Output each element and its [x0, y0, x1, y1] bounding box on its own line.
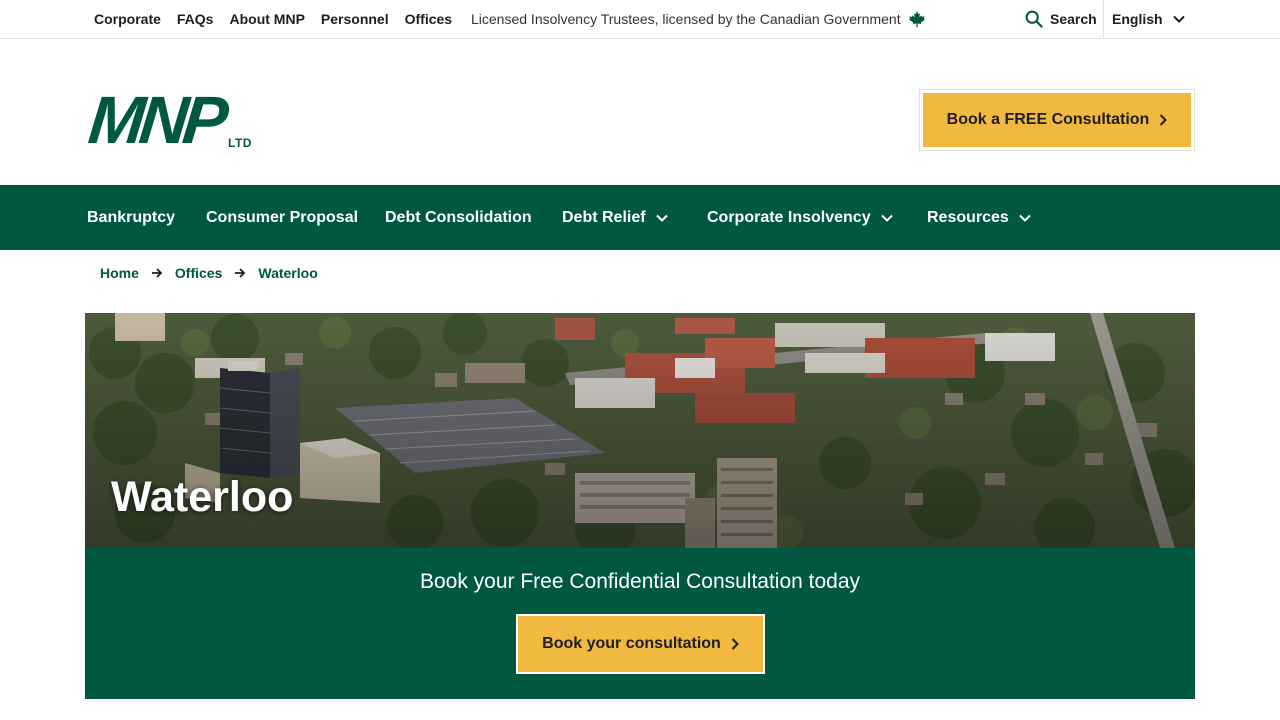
- search-label: Search: [1050, 11, 1097, 27]
- breadcrumb-waterloo[interactable]: Waterloo: [258, 265, 317, 281]
- maple-leaf-icon: [908, 10, 926, 28]
- utility-bar: Corporate FAQs About MNP Personnel Offic…: [0, 0, 1280, 39]
- nav-item-label: Consumer Proposal: [206, 208, 359, 226]
- nav-item-label: Bankruptcy: [87, 208, 176, 226]
- utility-link-personnel[interactable]: Personnel: [321, 11, 389, 27]
- consultation-cta-band: Book your Free Confidential Consultation…: [85, 548, 1195, 699]
- language-selector[interactable]: English: [1112, 0, 1185, 38]
- search-icon: [1025, 10, 1043, 28]
- logo-mark: MNP: [85, 83, 227, 158]
- utility-link-offices[interactable]: Offices: [405, 11, 452, 27]
- nav-item-label: Debt Relief: [562, 208, 646, 226]
- cta-text: Book your Free Confidential Consultation…: [419, 570, 861, 593]
- chevron-down-icon: [880, 214, 893, 222]
- chevron-down-icon: [655, 214, 668, 222]
- book-consultation-button[interactable]: Book your consultation: [516, 614, 765, 674]
- nav-item-consumer-proposal[interactable]: Consumer Proposal: [206, 185, 358, 250]
- header-cta-inner: Book a FREE Consultation: [923, 93, 1191, 147]
- breadcrumb-offices[interactable]: Offices: [175, 265, 222, 281]
- chevron-right-icon: [1160, 114, 1168, 126]
- search-button[interactable]: Search: [1025, 0, 1097, 38]
- utility-link-faqs[interactable]: FAQs: [177, 11, 214, 27]
- main-nav: Bankruptcy Consumer Proposal Debt Consol…: [0, 185, 1280, 250]
- utility-link-corporate[interactable]: Corporate: [94, 11, 161, 27]
- chevron-right-icon: [731, 638, 739, 650]
- breadcrumb: Home Offices Waterloo: [100, 262, 318, 284]
- cta-button-label: Book your consultation: [542, 635, 721, 652]
- license-note: Licensed Insolvency Trustees, licensed b…: [471, 0, 926, 38]
- nav-item-debt-consolidation[interactable]: Debt Consolidation: [385, 185, 532, 250]
- mnp-logo[interactable]: MNP LTD: [85, 83, 258, 158]
- nav-item-debt-relief[interactable]: Debt Relief: [562, 185, 668, 250]
- nav-item-resources[interactable]: Resources: [927, 185, 1031, 250]
- language-label: English: [1112, 11, 1163, 27]
- nav-item-label: Debt Consolidation: [385, 208, 532, 226]
- logo-sub: LTD: [228, 136, 252, 150]
- arrow-right-icon: [234, 267, 246, 279]
- nav-item-bankruptcy[interactable]: Bankruptcy: [87, 185, 175, 250]
- hero-title: Waterloo: [111, 473, 294, 521]
- utility-divider: [1103, 0, 1104, 38]
- arrow-right-icon: [151, 267, 163, 279]
- nav-item-label: Corporate Insolvency: [707, 208, 871, 226]
- header-cta-label: Book a FREE Consultation: [946, 111, 1150, 128]
- utility-links: Corporate FAQs About MNP Personnel Offic…: [94, 0, 468, 38]
- nav-item-label: Resources: [927, 208, 1009, 226]
- breadcrumb-home[interactable]: Home: [100, 265, 139, 281]
- book-free-consultation-button[interactable]: Book a FREE Consultation: [919, 89, 1195, 151]
- hero-banner: Waterloo: [85, 313, 1195, 548]
- nav-item-corporate-insolvency[interactable]: Corporate Insolvency: [707, 185, 893, 250]
- chevron-down-icon: [1172, 15, 1185, 23]
- utility-link-about[interactable]: About MNP: [229, 11, 304, 27]
- license-note-text: Licensed Insolvency Trustees, licensed b…: [471, 11, 901, 27]
- chevron-down-icon: [1019, 214, 1031, 222]
